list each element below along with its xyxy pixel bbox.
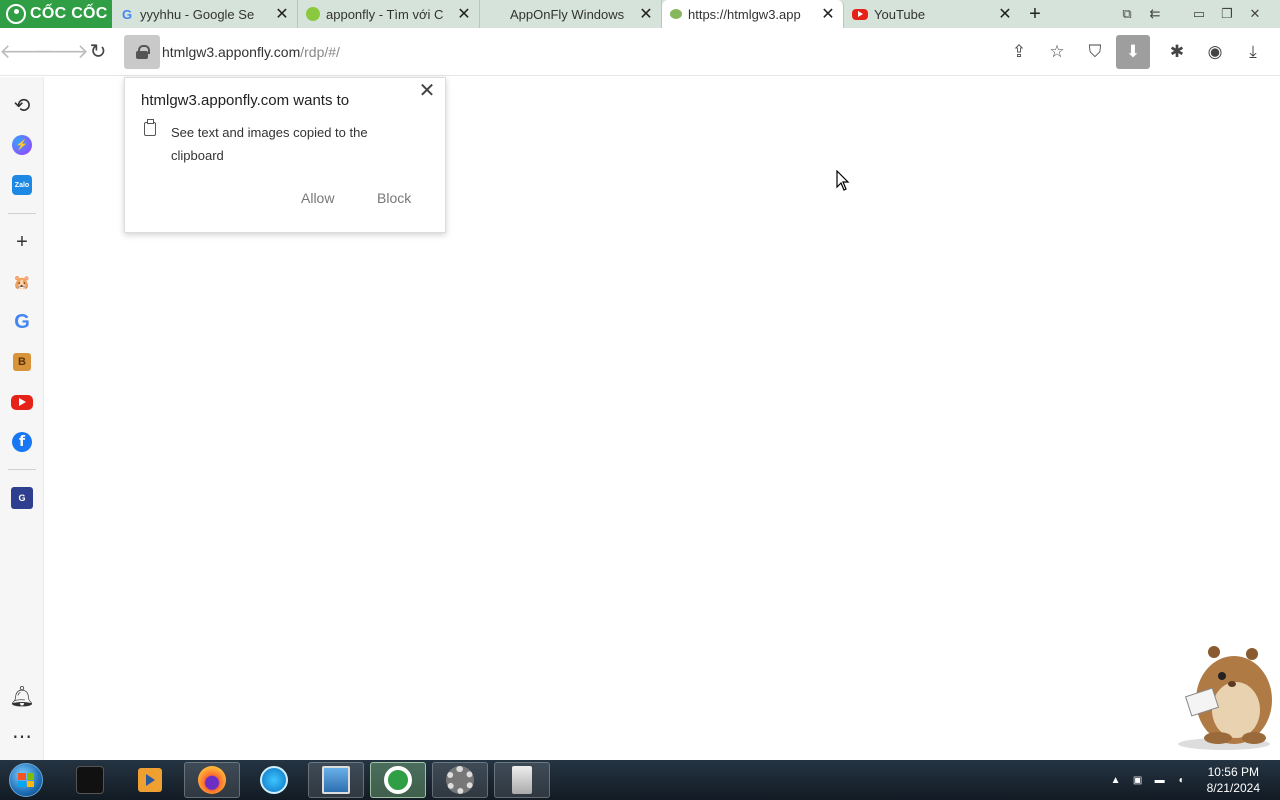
clipboard-icon	[144, 119, 156, 136]
tab-title: https://htmlgw3.app	[688, 6, 801, 22]
sidebar-divider	[8, 469, 36, 470]
new-tab-button[interactable]: +	[1020, 0, 1050, 28]
close-icon[interactable]: ✕	[821, 6, 835, 23]
media-player-icon	[138, 768, 162, 792]
network-icon[interactable]: ▣	[1131, 773, 1145, 787]
windows-taskbar: ▲ ▣ ▬ ◐ 10:56 PM 8/21/2024	[0, 760, 1280, 800]
start-button[interactable]	[0, 760, 52, 800]
allow-button[interactable]: Allow	[301, 190, 334, 206]
taskbar-settings[interactable]	[432, 762, 488, 798]
popup-description: See text and images copied to the clipbo…	[171, 125, 368, 163]
tab-apponfly-windows[interactable]: AppOnFly Windows ✕	[480, 0, 662, 28]
tab-strip: CỐC CỐC G yyyhhu - Google Se ✕ apponfly …	[0, 0, 1280, 28]
minimize-button[interactable]: ▭	[1190, 6, 1208, 22]
mascot-icon[interactable]: 🐹	[10, 270, 34, 294]
share-icon[interactable]: ⇪	[1002, 35, 1036, 69]
apponfly-icon	[670, 9, 682, 19]
clock-date: 8/21/2024	[1206, 781, 1260, 795]
sidebar: ⟲ ⚡ Zalo + 🐹 G B f G 🔔︎ ⋯	[0, 77, 44, 760]
downloads-icon[interactable]: ⤓	[1236, 35, 1270, 69]
url-text[interactable]: htmlgw3.apponfly.com/rdp/#/	[162, 44, 340, 60]
taskbar-blue-app[interactable]	[246, 762, 302, 798]
tab-title: YouTube	[874, 6, 926, 22]
restore-button[interactable]: ❐	[1218, 6, 1236, 22]
recycle-bin-icon	[512, 766, 532, 794]
browser-toolbar: 🡐 🡒 ↻ htmlgw3.apponfly.com/rdp/#/ ⇪ ☆ ⛉ …	[0, 28, 1280, 76]
hamster-mascot-icon[interactable]	[1174, 640, 1280, 752]
download-page-icon[interactable]: ⬇	[1116, 35, 1150, 69]
messenger-icon[interactable]: ⚡	[12, 135, 32, 155]
site-info-button[interactable]	[124, 35, 160, 69]
windows-logo-icon	[9, 763, 43, 797]
app-icon[interactable]: G	[11, 487, 33, 509]
tab-title: yyyhhu - Google Se	[140, 6, 255, 22]
shield-icon[interactable]: ⛉	[1078, 35, 1112, 69]
tab-title: apponfly - Tìm với C	[326, 6, 444, 22]
more-icon[interactable]: ⋯	[10, 724, 34, 748]
tab-coccoc-search[interactable]: apponfly - Tìm với C ✕	[298, 0, 480, 28]
taskbar-photos[interactable]	[308, 762, 364, 798]
firefox-icon	[198, 766, 226, 794]
coccoc-icon	[384, 766, 412, 794]
taskbar-recycle[interactable]	[494, 762, 550, 798]
tab-google-search[interactable]: G yyyhhu - Google Se ✕	[112, 0, 298, 28]
youtube-icon[interactable]	[11, 395, 33, 410]
url-host: htmlgw3.apponfly.com	[162, 44, 301, 60]
blue-app-icon	[260, 766, 288, 794]
close-icon[interactable]: ✕	[417, 80, 437, 102]
system-tray: ▲ ▣ ▬ ◐ 10:56 PM 8/21/2024	[1109, 760, 1280, 800]
terminal-icon	[76, 766, 104, 794]
back-arrow-icon[interactable]: ⇇	[1146, 6, 1164, 22]
coccoc-logo-icon	[6, 4, 26, 24]
taskbar-coccoc[interactable]	[370, 762, 426, 798]
block-button[interactable]: Block	[377, 190, 411, 206]
reload-button[interactable]: ↻	[80, 34, 116, 70]
tab-title: AppOnFly Windows	[510, 6, 625, 22]
toolbar-actions: ⇪ ☆ ⛉ ⬇ ✱ ◉ ⤓	[1002, 34, 1270, 70]
google-icon[interactable]: G	[10, 310, 34, 334]
facebook-icon[interactable]: f	[12, 432, 32, 452]
taskbar-terminal[interactable]	[62, 762, 118, 798]
youtube-icon	[852, 8, 868, 20]
profile-icon[interactable]: ◉	[1198, 35, 1232, 69]
extensions-icon[interactable]: ✱	[1160, 35, 1194, 69]
google-icon: G	[121, 6, 133, 22]
bookmark-b-icon[interactable]: B	[13, 353, 31, 371]
close-window-button[interactable]: ✕	[1246, 6, 1264, 22]
close-icon[interactable]: ✕	[457, 6, 471, 23]
screen: CỐC CỐC G yyyhhu - Google Se ✕ apponfly …	[0, 0, 1280, 800]
volume-icon[interactable]: ◐	[1175, 773, 1189, 787]
show-hidden-icons-icon[interactable]: ▲	[1109, 773, 1123, 787]
brand-name: CỐC CỐC	[30, 5, 108, 22]
history-icon[interactable]: ⟲	[10, 93, 34, 117]
sidebar-divider	[8, 213, 36, 214]
permission-popup: htmlgw3.apponfly.com wants to ✕ See text…	[124, 77, 446, 233]
tab-youtube[interactable]: YouTube ✕	[844, 0, 1020, 28]
popup-title: htmlgw3.apponfly.com wants to	[141, 92, 350, 109]
display-icon[interactable]: ▬	[1153, 773, 1167, 787]
close-icon[interactable]: ✕	[639, 6, 653, 23]
coccoc-search-icon	[306, 7, 320, 21]
url-path: /rdp/#/	[300, 44, 340, 60]
star-icon[interactable]: ☆	[1040, 35, 1074, 69]
lock-icon	[136, 45, 150, 59]
address-bar[interactable]: htmlgw3.apponfly.com/rdp/#/	[124, 35, 1004, 69]
zalo-icon[interactable]: Zalo	[12, 175, 32, 195]
tab-search-icon[interactable]: ⧉	[1118, 6, 1136, 22]
taskbar-firefox[interactable]	[184, 762, 240, 798]
add-icon[interactable]: +	[10, 230, 34, 254]
forward-button[interactable]: 🡒	[35, 34, 89, 70]
clock-time: 10:56 PM	[1207, 765, 1259, 779]
taskbar-media-player[interactable]	[122, 762, 178, 798]
window-controls: ⧉ ⇇ ▭ ❐ ✕	[1118, 0, 1280, 28]
close-icon[interactable]: ✕	[275, 6, 289, 23]
gear-icon	[446, 766, 474, 794]
tab-htmlgw3-active[interactable]: https://htmlgw3.app ✕	[662, 0, 844, 28]
bell-icon[interactable]: 🔔︎	[9, 684, 34, 708]
coccoc-menu-button[interactable]: CỐC CỐC	[0, 0, 112, 28]
clock[interactable]: 10:56 PM 8/21/2024	[1207, 764, 1260, 796]
photos-icon	[322, 766, 350, 794]
close-icon[interactable]: ✕	[998, 6, 1012, 23]
